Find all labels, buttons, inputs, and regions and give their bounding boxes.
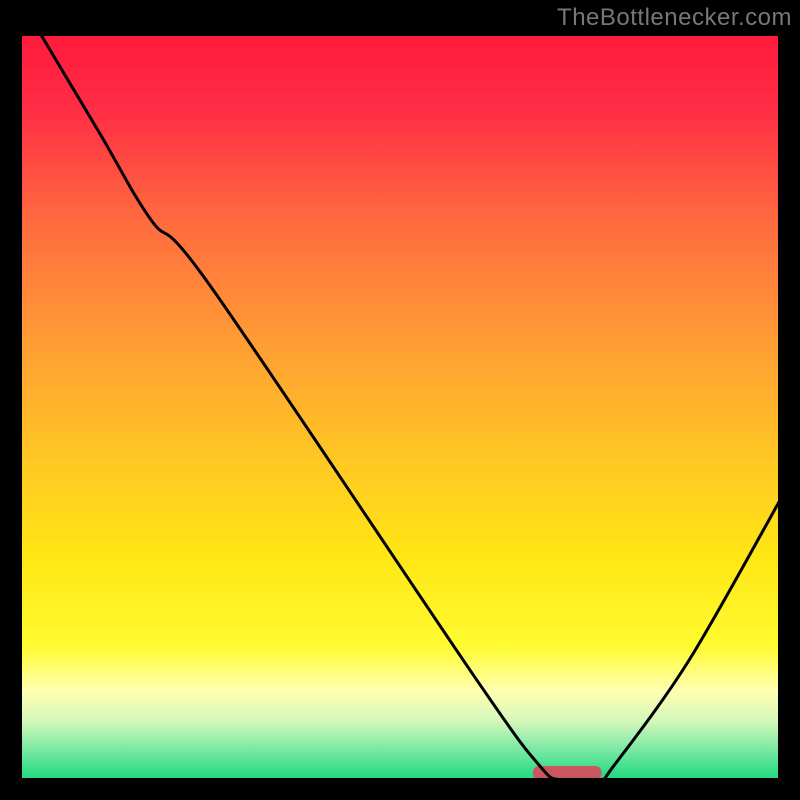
chart-container: TheBottlenecker.com [0, 0, 800, 800]
gradient-background [20, 34, 780, 780]
chart-svg [0, 0, 800, 800]
